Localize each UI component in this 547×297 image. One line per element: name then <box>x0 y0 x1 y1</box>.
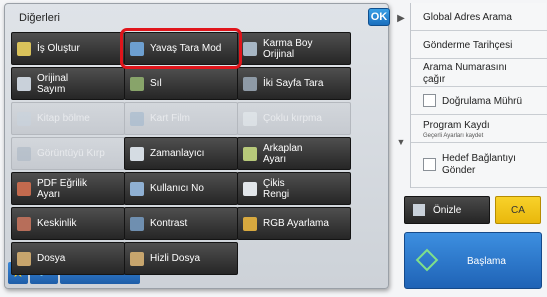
start-button[interactable]: Başlama <box>404 232 542 289</box>
scanner-screen: A4 A4 Diğerleri OK ★ ✔ Geri ▶ ▼ Global A… <box>0 0 547 297</box>
output-color-label: Çikis Rengi <box>263 177 290 200</box>
preview-label: Önizle <box>433 204 462 216</box>
pdf-skew-icon <box>17 181 31 196</box>
timer-button[interactable]: Zamanlayıcı <box>124 137 238 170</box>
action-checkbox-5[interactable] <box>423 158 436 171</box>
rgb-adjust-icon <box>243 216 257 231</box>
quick-file-button[interactable]: Hizli Dosya <box>124 242 238 275</box>
sharpness-icon <box>17 216 31 231</box>
pdf-skew-adjust-label: PDF Eğrilik Ayarı <box>37 177 88 200</box>
book-divide-icon <box>17 111 31 126</box>
action-item-label: Global Adres Arama <box>423 12 512 23</box>
image-crop-button: Görüntüyü Kırp <box>11 137 125 170</box>
action-item-0[interactable]: Global Adres Arama <box>411 3 547 31</box>
multi-crop-label: Çoklu kırpma <box>263 113 322 124</box>
sharpness-button[interactable]: Keskinlik <box>11 207 125 240</box>
rgb-adjust-button[interactable]: RGB Ayarlama <box>237 207 351 240</box>
card-shot-label: Kart Film <box>150 113 190 124</box>
action-item-3[interactable]: Doğrulama Mührü <box>411 87 547 115</box>
folder-icon <box>17 251 31 266</box>
job-build-button[interactable]: İş Oluştur <box>11 32 125 65</box>
action-item-4[interactable]: Program Kaydı Geçerli Ayarları kaydet <box>411 115 547 143</box>
timer-label: Zamanlayıcı <box>150 148 205 159</box>
timer-icon <box>130 146 144 161</box>
book-divide-label: Kitap bölme <box>37 113 90 124</box>
quick-file-icon <box>130 251 144 266</box>
output-color-button[interactable]: Çikis Rengi <box>237 172 351 205</box>
overlay-title: Diğerleri <box>19 12 60 24</box>
mixed-size-original-label: Karma Boy Orijinal <box>263 37 313 60</box>
book-divide-button: Kitap bölme <box>11 102 125 135</box>
action-item-5[interactable]: Hedef Bağlantıyı Gönder <box>411 143 547 188</box>
pdf-skew-adjust-button[interactable]: PDF Eğrilik Ayarı <box>11 172 125 205</box>
erase-icon <box>130 76 144 91</box>
action-item-label: Hedef Bağlantıyı Gönder <box>442 153 516 176</box>
action-item-2[interactable]: Arama Numarasını çağır <box>411 59 547 87</box>
preview-button[interactable]: Önizle <box>404 196 490 224</box>
file-button[interactable]: Dosya <box>11 242 125 275</box>
rgb-adjust-label: RGB Ayarlama <box>263 218 329 229</box>
ok-button[interactable]: OK <box>368 8 390 26</box>
multi-crop-icon <box>243 111 257 126</box>
background-adjust-label: Arkaplan Ayarı <box>263 142 303 165</box>
contrast-label: Kontrast <box>150 218 188 229</box>
user-number-label: Kullanıcı No <box>150 183 204 194</box>
image-crop-icon <box>17 146 31 161</box>
mixed-size-icon <box>243 41 257 56</box>
erase-button[interactable]: Sıl <box>124 67 238 100</box>
job-build-icon <box>17 41 31 56</box>
card-shot-button: Kart Film <box>124 102 238 135</box>
original-count-button[interactable]: Orijinal Sayım <box>11 67 125 100</box>
start-icon <box>415 248 439 272</box>
action-item-label: Arama Numarasını çağır <box>423 62 507 85</box>
highlight-ring <box>120 28 242 69</box>
dual-page-scan-label: İki Sayfa Tara <box>263 78 324 89</box>
file-label: Dosya <box>37 253 66 264</box>
user-number-icon <box>130 181 144 196</box>
job-build-label: İş Oluştur <box>37 43 80 54</box>
preview-icon <box>413 204 425 216</box>
mixed-size-original-button[interactable]: Karma Boy Orijinal <box>237 32 351 65</box>
card-shot-icon <box>130 111 144 126</box>
contrast-button[interactable]: Kontrast <box>124 207 238 240</box>
clear-all-button[interactable]: CA <box>495 196 541 224</box>
start-label: Başlama <box>467 256 506 267</box>
user-number-button[interactable]: Kullanıcı No <box>124 172 238 205</box>
scroll-up-icon[interactable]: ▶ <box>394 10 408 28</box>
dual-page-scan-button[interactable]: İki Sayfa Tara <box>237 67 351 100</box>
original-count-label: Orijinal Sayım <box>37 72 69 95</box>
background-adjust-button[interactable]: Arkaplan Ayarı <box>237 137 351 170</box>
action-checkbox-3[interactable] <box>423 94 436 107</box>
action-item-label: Program Kaydı <box>423 120 490 131</box>
output-color-icon <box>243 181 257 196</box>
erase-label: Sıl <box>150 78 162 89</box>
action-panel: Global Adres Arama Gönderme Tarihçesi Aram… <box>410 3 547 188</box>
background-adjust-icon <box>243 146 257 161</box>
image-crop-label: Görüntüyü Kırp <box>37 148 105 159</box>
action-item-label: Gönderme Tarihçesi <box>423 40 513 51</box>
quick-file-label: Hizli Dosya <box>150 253 201 264</box>
action-item-label: Doğrulama Mührü <box>442 96 523 107</box>
action-item-sublabel: Geçerli Ayarları kaydet <box>423 133 484 139</box>
scroll-down-icon[interactable]: ▼ <box>394 133 408 151</box>
sharpness-label: Keskinlik <box>37 218 77 229</box>
original-count-icon <box>17 76 31 91</box>
contrast-icon <box>130 216 144 231</box>
action-item-1[interactable]: Gönderme Tarihçesi <box>411 31 547 59</box>
multi-crop-button: Çoklu kırpma <box>237 102 351 135</box>
dual-page-icon <box>243 76 257 91</box>
